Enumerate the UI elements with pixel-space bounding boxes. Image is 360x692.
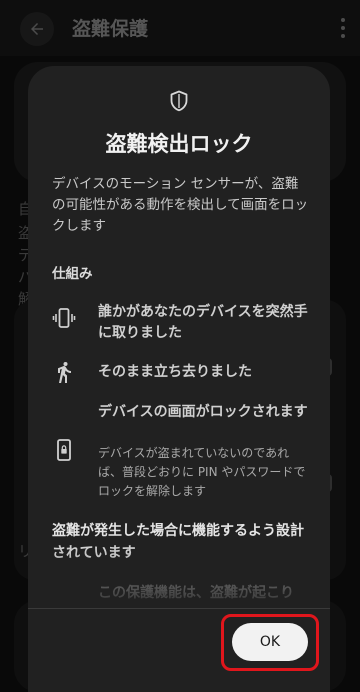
step-text: 誰かがあなたのデバイスを突然手に取りました	[98, 304, 308, 341]
section-heading: 仕組み	[52, 266, 93, 282]
dialog-description: デバイスのモーション センサーが、盗難の可能性がある動作を検出して画面をロックし…	[52, 176, 309, 234]
step-subtext: デバイスが盗まれていないのであれば、普段どおりに PIN やパスワードでロックを…	[98, 446, 306, 498]
step-text: そのまま立ち去りました	[98, 364, 252, 380]
dialog-divider	[28, 608, 330, 609]
dialog-title: 盗難検出ロック	[105, 132, 253, 156]
running-person-icon	[52, 360, 76, 384]
locked-phone-icon	[52, 438, 76, 462]
truncated-text: この保護機能は、盗難が起こり	[98, 585, 294, 601]
shield-icon	[170, 90, 188, 112]
ok-button[interactable]: OK	[232, 623, 308, 661]
step-text: デバイスの画面がロックされます	[98, 404, 308, 420]
vibrating-phone-icon	[52, 306, 76, 330]
design-note: 盗難が発生した場合に機能するよう設計されています	[52, 523, 304, 561]
theft-detection-dialog: 盗難検出ロック デバイスのモーション センサーが、盗難の可能性がある動作を検出し…	[28, 66, 330, 692]
